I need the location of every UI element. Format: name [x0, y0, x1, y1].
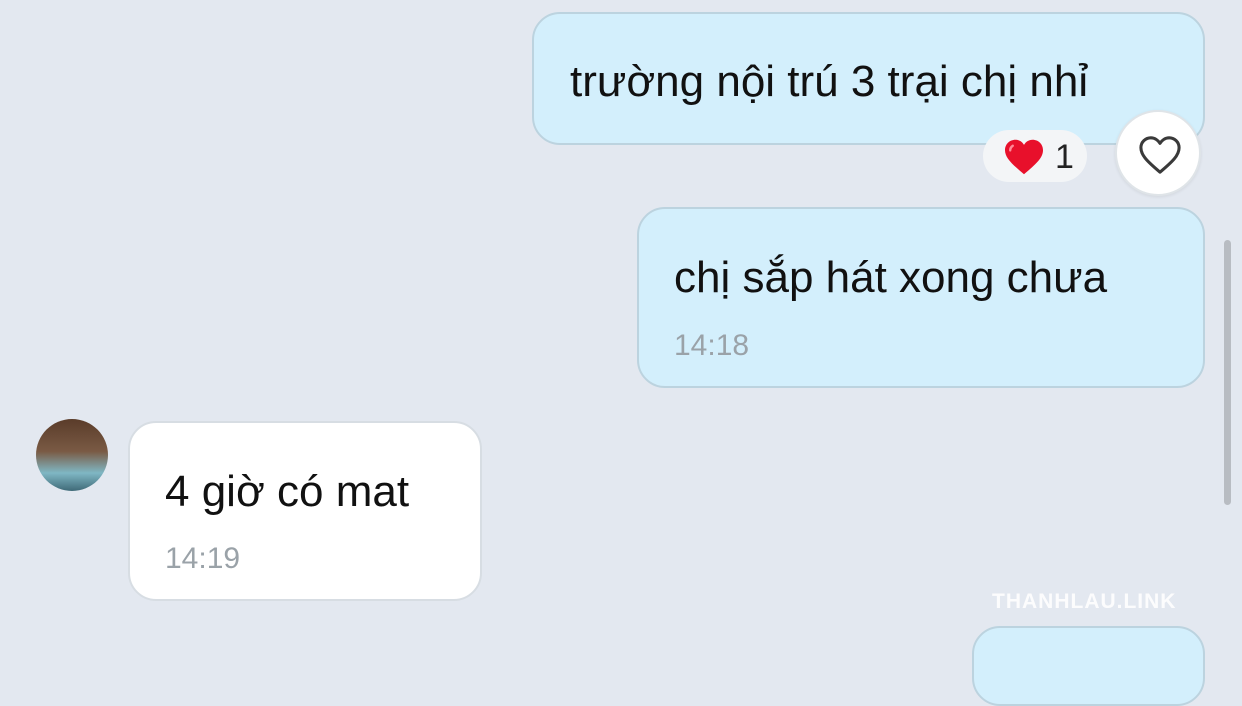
watermark: THANHLAU.LINK	[992, 590, 1177, 613]
heart-outline-icon	[1139, 136, 1181, 174]
incoming-message-bubble[interactable]: 4 giờ có mat 14:19	[128, 421, 482, 601]
message-timestamp: 14:18	[674, 329, 750, 362]
red-heart-icon	[1005, 139, 1043, 175]
contact-avatar[interactable]	[36, 419, 108, 491]
like-button[interactable]	[1115, 110, 1201, 196]
reaction-count: 1	[1055, 138, 1074, 176]
message-text: chị sắp hát xong chưa	[674, 253, 1108, 302]
message-timestamp: 14:19	[165, 542, 241, 575]
reaction-badge[interactable]: 1	[983, 130, 1087, 182]
message-text: trường nội trú 3 trại chị nhỉ	[570, 57, 1089, 106]
outgoing-message-bubble[interactable]: trường nội trú 3 trại chị nhỉ	[532, 12, 1205, 145]
outgoing-message-bubble-partial[interactable]	[972, 626, 1205, 706]
scrollbar[interactable]	[1224, 240, 1231, 505]
message-text: 4 giờ có mat	[165, 467, 410, 516]
outgoing-message-bubble[interactable]: chị sắp hát xong chưa 14:18	[637, 207, 1205, 388]
